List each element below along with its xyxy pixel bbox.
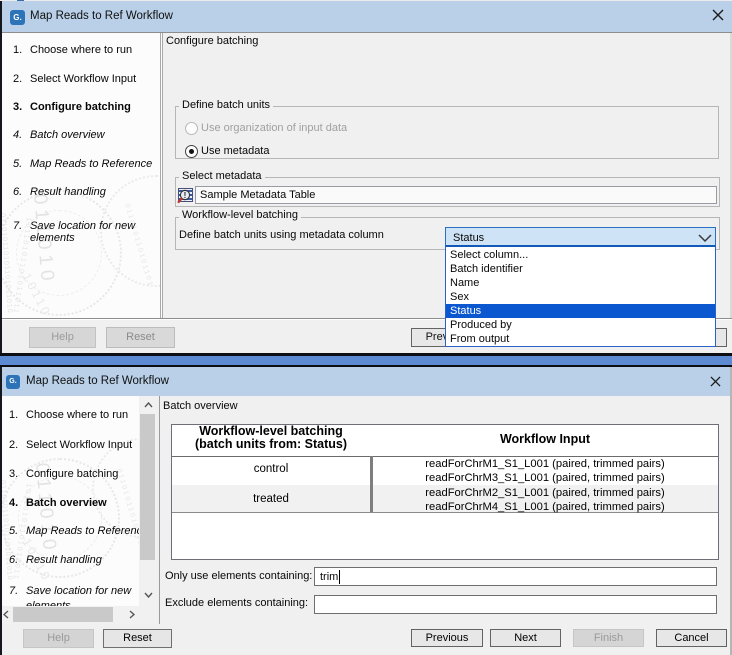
- svg-text:!: !: [184, 191, 187, 200]
